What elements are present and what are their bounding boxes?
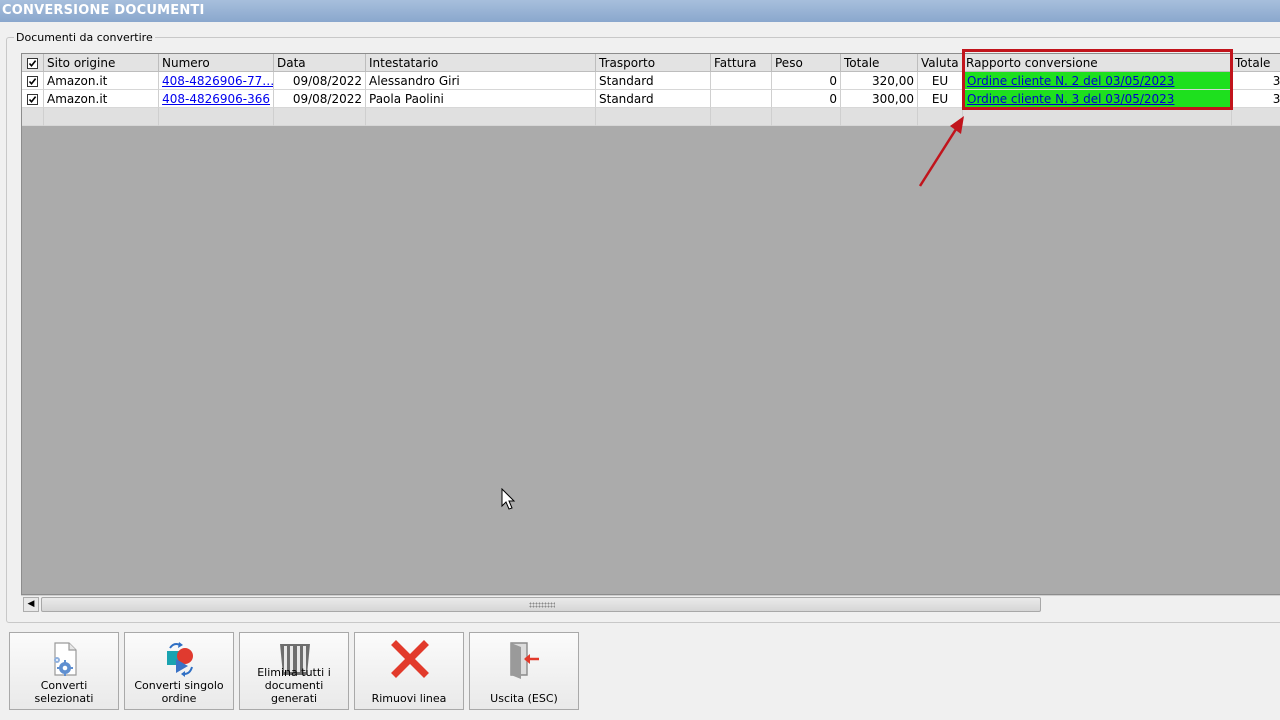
empty-cell [711, 108, 772, 126]
column-header-peso[interactable]: Peso [772, 54, 841, 72]
horizontal-scrollbar[interactable]: ◀ [21, 595, 1280, 614]
table-row[interactable]: Amazon.it 408-4826906-366 09/08/2022 Pao… [22, 90, 1280, 108]
label-line-1: Elimina tutti i [257, 666, 331, 679]
checkbox-checked-icon [27, 76, 38, 87]
documents-grid[interactable]: Sito origine Numero Data Intestatario Tr… [21, 53, 1280, 595]
converti-singolo-ordine-label: Converti singolo ordine [125, 679, 233, 705]
label-line-2: documenti generati [264, 679, 324, 705]
cell-trasporto: Standard [596, 72, 711, 90]
cell-valuta: EU [918, 90, 963, 108]
column-header-fattura[interactable]: Fattura [711, 54, 772, 72]
label-line-1: Converti singolo [134, 679, 224, 692]
uscita-label: Uscita (ESC) [490, 692, 558, 705]
cell-rapporto-conversione[interactable]: Ordine cliente N. 2 del 03/05/2023 [963, 72, 1232, 90]
red-x-icon [391, 640, 429, 678]
cell-totale: 320,00 [841, 72, 918, 90]
empty-cell [963, 108, 1232, 126]
label-line-2: ordine [161, 692, 197, 705]
document-gear-icon [54, 642, 77, 676]
rimuovi-linea-button[interactable]: Rimuovi linea [354, 632, 464, 710]
column-header-trasporto[interactable]: Trasporto [596, 54, 711, 72]
column-header-rapporto-conversione[interactable]: Rapporto conversione [963, 54, 1232, 72]
numero-link[interactable]: 408-4826906-366 [162, 92, 270, 106]
cell-peso: 0 [772, 72, 841, 90]
cell-totale-2: 30 [1232, 90, 1280, 108]
scroll-left-button[interactable]: ◀ [23, 597, 39, 612]
converti-singolo-ordine-button[interactable]: Converti singolo ordine [124, 632, 234, 710]
elimina-tutti-documenti-button[interactable]: Elimina tutti i documenti generati [239, 632, 349, 710]
cell-fattura [711, 72, 772, 90]
uscita-button[interactable]: Uscita (ESC) [469, 632, 579, 710]
cell-totale-2: 32 [1232, 72, 1280, 90]
red-arrow-icon [918, 116, 964, 187]
row-checkbox[interactable] [22, 72, 44, 90]
table-row[interactable]: Amazon.it 408-4826906-77… 09/08/2022 Ale… [22, 72, 1280, 90]
exit-door-icon [510, 642, 539, 679]
rapporto-conversione-link[interactable]: Ordine cliente N. 2 del 03/05/2023 [967, 74, 1174, 88]
cell-rapporto-conversione[interactable]: Ordine cliente N. 3 del 03/05/2023 [963, 90, 1232, 108]
empty-cell [772, 108, 841, 126]
column-header-intestatario[interactable]: Intestatario [366, 54, 596, 72]
converti-selezionati-button[interactable]: Converti selezionati [9, 632, 119, 710]
cell-data: 09/08/2022 [274, 72, 366, 90]
elimina-tutti-documenti-label: Elimina tutti i documenti generati [240, 666, 348, 705]
cell-sito-origine: Amazon.it [44, 90, 159, 108]
cell-data: 09/08/2022 [274, 90, 366, 108]
checkbox-checked-icon [27, 94, 38, 105]
checkbox-checked-icon [27, 58, 38, 69]
cell-sito-origine: Amazon.it [44, 72, 159, 90]
cell-trasporto: Standard [596, 90, 711, 108]
groupbox-legend: Documenti da convertire [14, 31, 155, 44]
grip-icon [529, 602, 555, 608]
converti-selezionati-label: Converti selezionati [34, 679, 94, 705]
empty-cell [366, 108, 596, 126]
column-header-numero[interactable]: Numero [159, 54, 274, 72]
empty-cell [274, 108, 366, 126]
window-title: CONVERSIONE DOCUMENTI [0, 0, 1280, 22]
mouse-cursor-icon [501, 488, 516, 510]
row-checkbox[interactable] [22, 90, 44, 108]
cell-numero[interactable]: 408-4826906-366 [159, 90, 274, 108]
cell-valuta: EU [918, 72, 963, 90]
empty-cell [596, 108, 711, 126]
rapporto-conversione-link[interactable]: Ordine cliente N. 3 del 03/05/2023 [967, 92, 1174, 106]
column-header-valuta[interactable]: Valuta [918, 54, 963, 72]
grid-header: Sito origine Numero Data Intestatario Tr… [22, 54, 1280, 72]
empty-cell [22, 108, 44, 126]
cell-numero[interactable]: 408-4826906-77… [159, 72, 274, 90]
select-all-checkbox[interactable] [22, 54, 44, 72]
scrollbar-thumb[interactable] [41, 597, 1041, 612]
column-header-totale[interactable]: Totale [841, 54, 918, 72]
empty-cell [841, 108, 918, 126]
column-header-data[interactable]: Data [274, 54, 366, 72]
rimuovi-linea-label: Rimuovi linea [371, 692, 447, 705]
empty-cell [1232, 108, 1280, 126]
new-row[interactable] [22, 108, 1280, 126]
cell-peso: 0 [772, 90, 841, 108]
cell-totale: 300,00 [841, 90, 918, 108]
cell-intestatario: Alessandro Giri [366, 72, 596, 90]
convert-order-icon [167, 642, 193, 677]
column-header-totale-2[interactable]: Totale [1232, 54, 1280, 72]
empty-cell [159, 108, 274, 126]
cell-fattura [711, 90, 772, 108]
empty-cell [44, 108, 159, 126]
cell-intestatario: Paola Paolini [366, 90, 596, 108]
column-header-sito-origine[interactable]: Sito origine [44, 54, 159, 72]
numero-link[interactable]: 408-4826906-77… [162, 74, 273, 88]
